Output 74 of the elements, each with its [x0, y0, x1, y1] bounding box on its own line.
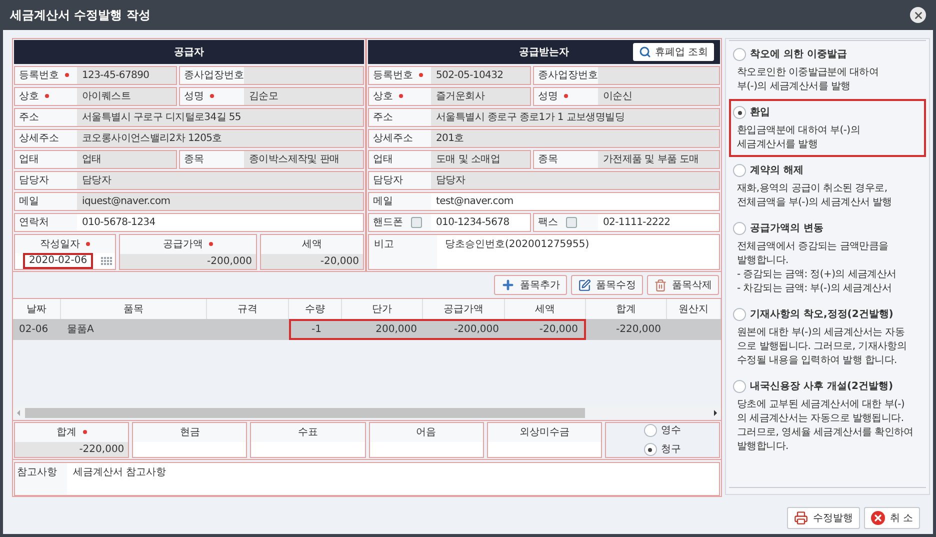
radio-button[interactable]: [644, 443, 657, 456]
field-label: 작성일자: [40, 236, 90, 252]
item-button[interactable]: 품목삭제: [647, 275, 719, 295]
table-cell: -200,000: [423, 319, 505, 340]
option-card[interactable]: 착오에 의한 이중발급 착오로인한 이중발급분에 대하여 부(-)의 세금계산서를 발행: [729, 41, 926, 99]
column-header: 수량: [289, 299, 342, 319]
option-description: 재화,용역의 공급이 취소된 경우로, 전체금액을 부(-)의 세금계산서 발행: [736, 182, 893, 210]
table-cell: -20,000: [505, 319, 586, 340]
field-label: 합계: [56, 425, 87, 440]
radio-button[interactable]: [733, 308, 746, 321]
amount-field: -200,000: [120, 254, 256, 269]
column-header: 공급가액: [423, 299, 505, 319]
printer-icon: [794, 511, 808, 525]
item-button[interactable]: 품목추가: [494, 275, 567, 295]
table-cell-text: 물품A: [66, 323, 95, 337]
table-cell: -1: [289, 319, 342, 340]
option-description: 착오로인한 이중발급분에 대하여 부(-)의 세금계산서를 발행: [736, 66, 880, 94]
radio-button[interactable]: [733, 222, 746, 235]
option-title: 착오에 의한 이중발급: [750, 48, 847, 62]
option-description: 전체금액에서 증감되는 금액만큼을 발행합니다. - 증감되는 금액: 정(+)의 세금계산서 - 차감되는 금액: 부(-)의 세금계산서: [736, 240, 898, 296]
lookup-button[interactable]: 휴폐업 조회: [632, 43, 714, 61]
plus-icon: [501, 278, 515, 292]
field-label: 외상미수금: [519, 426, 570, 440]
amount-field[interactable]: [251, 442, 365, 457]
table-cell-text: 02-06: [18, 323, 50, 337]
amount-field: -20,000: [261, 254, 363, 269]
table-cell-text: -220,000: [615, 323, 662, 337]
radio-button[interactable]: [733, 48, 746, 61]
section-title: 공급자: [174, 46, 204, 60]
date-field[interactable]: 2020-02-06: [23, 253, 94, 269]
cancel-icon: [870, 511, 885, 525]
radio-label: 영수: [660, 424, 681, 438]
option-card[interactable]: 환입 환입금액분에 대하여 부(-)의 세금계산서를 발행: [729, 99, 926, 157]
amount-field[interactable]: [370, 442, 483, 457]
amount-field[interactable]: -220,000: [15, 442, 128, 457]
radio-button[interactable]: [733, 106, 746, 119]
close-icon: [912, 10, 924, 20]
footer-button[interactable]: 수정발행: [786, 507, 860, 529]
column-header: 세액: [505, 299, 586, 319]
footer-button[interactable]: 취 소: [864, 507, 920, 529]
table-cell: 200,000: [342, 319, 423, 340]
window-title: 세금계산서 수정발행 작성: [10, 7, 150, 24]
option-card[interactable]: 기재사항의 착오,정정(2건발행) 원본에 대한 부(-)의 세금계산서는 자동 으로 발행됩니다. 그러므로, 기재사항의 수정될 내용을 입력하여 발행 합니다.: [729, 301, 926, 373]
field-label: 어음: [416, 426, 436, 440]
calendar-icon[interactable]: [101, 256, 112, 266]
option-description: 원본에 대한 부(-)의 세금계산서는 자동 으로 발행됩니다. 그러므로, 기재사항의 수정될 내용을 입력하여 발행 합니다.: [736, 326, 908, 368]
item-button[interactable]: 품목수정: [571, 275, 643, 295]
close-button[interactable]: [910, 7, 926, 23]
amount-field[interactable]: [488, 442, 601, 457]
field-label: 현금: [180, 426, 200, 440]
option-title: 계약의 해제: [750, 164, 804, 178]
column-header: 단가: [342, 299, 423, 319]
radio-button[interactable]: [733, 164, 746, 177]
section-title: 공급받는자: [519, 46, 569, 60]
option-title: 환입: [750, 106, 770, 120]
radio-button[interactable]: [644, 424, 657, 437]
radio-button[interactable]: [733, 380, 746, 393]
option-card[interactable]: 공급가액의 변동 전체금액에서 증감되는 금액만큼을 발행합니다. - 증감되는 금액: 정(+)의 세금계산서 - 차감되는 금액: 부(-)의 세금계산서: [729, 215, 926, 301]
option-description: 당초에 교부된 세금계산서에 대한 부(-) 의 세금계산서는 자동으로 발행됩니다. 그러므로, 영세율 세금계산서를 확인하여 발행합니다.: [736, 398, 914, 454]
option-title: 내국신용장 사후 개설(2건발행): [750, 380, 894, 394]
field-label: 수표: [298, 426, 318, 440]
pencil-icon: [578, 278, 591, 292]
radio-label: 청구: [660, 443, 681, 457]
search-icon: [638, 46, 651, 58]
option-description: 환입금액분에 대하여 부(-)의 세금계산서를 발행: [736, 124, 861, 152]
option-title: 기재사항의 착오,정정(2건발행): [750, 308, 894, 322]
field-label: 세액: [302, 238, 322, 252]
table-row[interactable]: 02-06 물품A -1 200,000 -200,000 -20,000 -220,000: [13, 319, 721, 340]
option-card[interactable]: 계약의 해제 재화,용역의 공급이 취소된 경우로, 전체금액을 부(-)의 세금계산서 발행: [729, 157, 926, 215]
option-title: 공급가액의 변동: [750, 222, 824, 236]
amount-field[interactable]: [133, 442, 246, 457]
field-label: 공급가액: [163, 237, 213, 252]
option-card[interactable]: 내국신용장 사후 개설(2건발행) 당초에 교부된 세금계산서에 대한 부(-) 의 세금계산서는 자동으로 발행됩니다. 그러므로, 영세율 세금계산서를 확인하여 발행합니다.: [729, 373, 926, 459]
trash-icon: [654, 278, 667, 292]
